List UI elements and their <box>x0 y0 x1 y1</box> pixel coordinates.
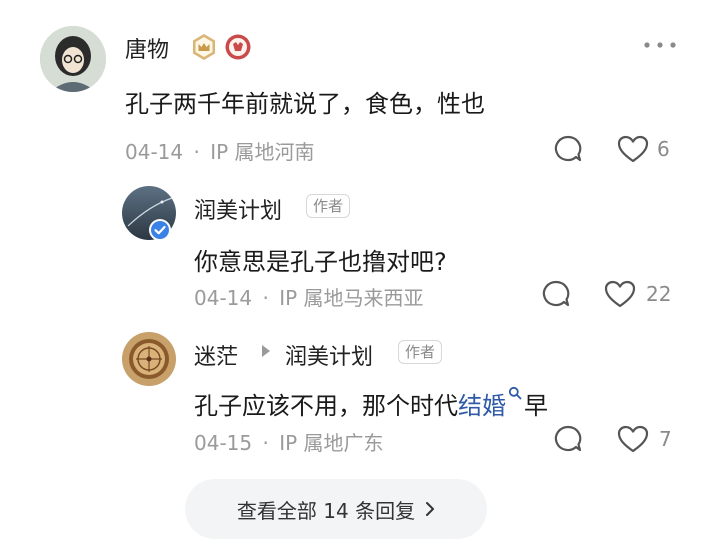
meta-separator: · <box>262 286 269 310</box>
comment-date: 04-14 <box>125 140 184 164</box>
reply-ip: IP 属地广东 <box>279 431 384 455</box>
comment-meta: 04-14 · IP 属地河南 <box>125 136 315 165</box>
reply-to-arrow-icon <box>260 344 272 358</box>
crown-badge-icon <box>190 33 218 61</box>
view-all-replies-label: 查看全部 14 条回复 <box>236 498 416 523</box>
like-count: 6 <box>657 137 670 161</box>
reply-text-suffix: 早 <box>524 392 548 420</box>
avatar[interactable] <box>40 26 106 92</box>
author-tag: 作者 <box>306 194 351 218</box>
like-count: 7 <box>659 427 672 451</box>
like-icon[interactable] <box>617 424 649 454</box>
author-tag: 作者 <box>398 340 443 364</box>
reply-text: 孔子应该不用，那个时代结婚 早 <box>194 386 548 421</box>
meta-separator: · <box>262 431 269 455</box>
reply-meta: 04-14 · IP 属地马来西亚 <box>194 282 424 311</box>
reply-username[interactable]: 润美计划 <box>194 193 282 225</box>
chevron-right-icon <box>425 501 435 517</box>
like-count: 22 <box>646 282 672 306</box>
reply-username[interactable]: 迷茫 <box>194 339 238 371</box>
like-icon[interactable] <box>604 279 636 309</box>
reply-date: 04-14 <box>194 286 253 310</box>
more-options-icon[interactable] <box>643 40 677 50</box>
meta-separator: · <box>193 140 200 164</box>
reply-icon[interactable] <box>553 424 583 454</box>
reply-ip: IP 属地马来西亚 <box>279 286 424 310</box>
reply-text: 你意思是孔子也撸对吧? <box>194 248 447 276</box>
avatar-image <box>122 332 176 386</box>
comment-ip: IP 属地河南 <box>210 140 315 164</box>
reply-to-username[interactable]: 润美计划 <box>285 339 373 371</box>
comment-username[interactable]: 唐物 <box>125 32 169 64</box>
like-icon[interactable] <box>617 134 649 164</box>
search-link[interactable]: 结婚 <box>458 392 506 420</box>
comment-text: 孔子两千年前就说了，食色，性也 <box>125 90 485 118</box>
view-all-replies-button[interactable]: 查看全部 14 条回复 <box>185 479 487 539</box>
search-link-icon[interactable] <box>508 386 522 400</box>
reply-icon[interactable] <box>553 134 583 164</box>
reply-date: 04-15 <box>194 431 253 455</box>
verified-badge-icon <box>148 218 172 242</box>
reply-icon[interactable] <box>541 279 571 309</box>
reply-text-prefix: 孔子应该不用，那个时代 <box>194 392 458 420</box>
reply-avatar[interactable] <box>122 332 176 386</box>
avatar-image <box>40 26 106 92</box>
reply-meta: 04-15 · IP 属地广东 <box>194 427 384 456</box>
medal-badge-icon <box>224 33 252 61</box>
